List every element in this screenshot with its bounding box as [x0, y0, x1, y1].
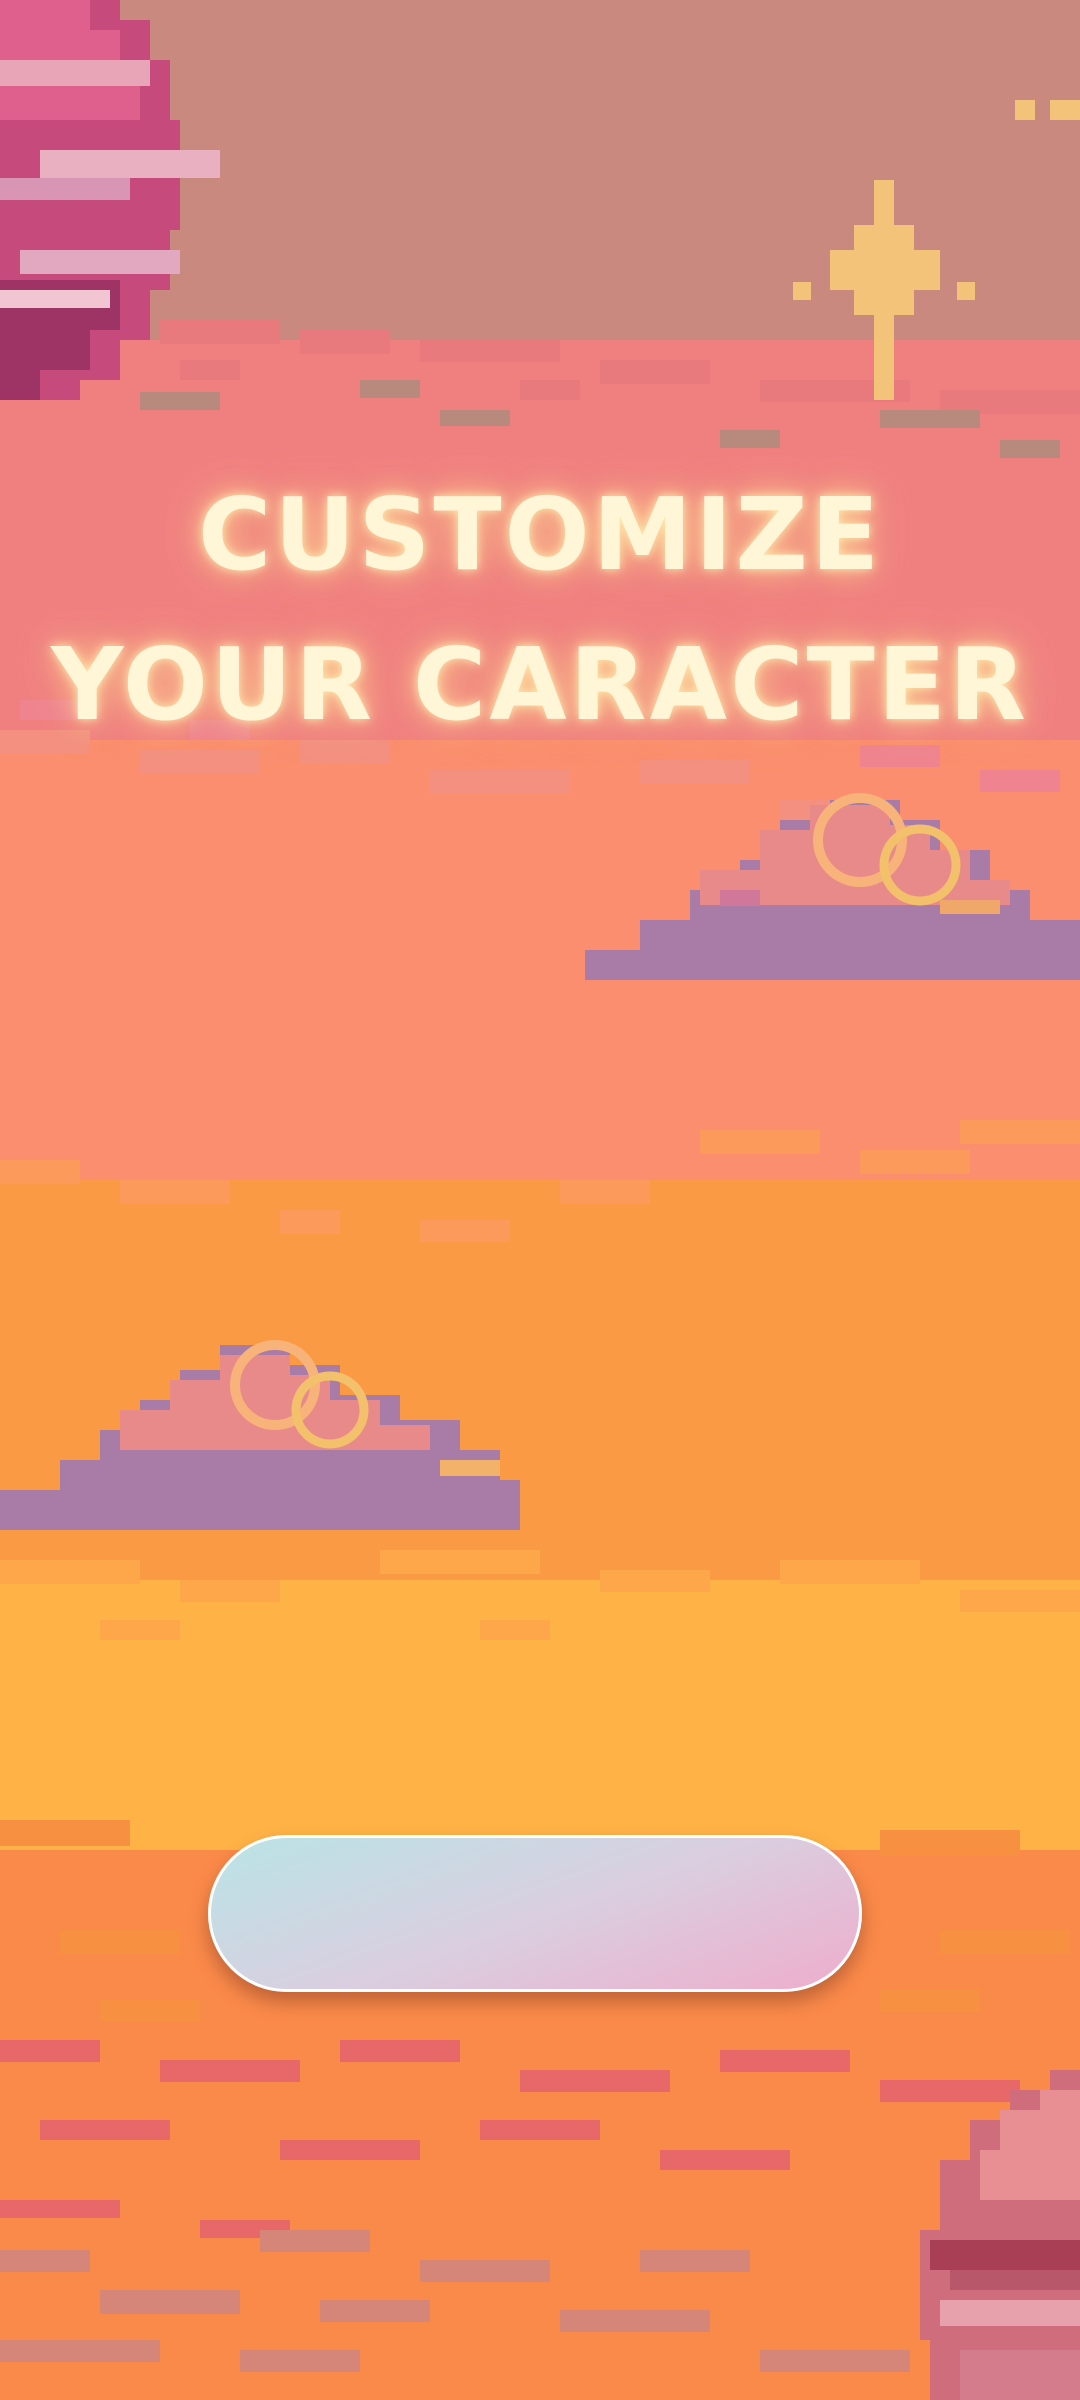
pixel-sky-background	[0, 0, 1080, 2400]
screen-title-line-2: YOUR CARACTER	[51, 626, 1029, 743]
planet-bottom-right	[920, 2070, 1080, 2400]
start-button[interactable]	[208, 1835, 862, 1992]
screen-title-line-1: CUSTOMIZE	[197, 476, 883, 593]
